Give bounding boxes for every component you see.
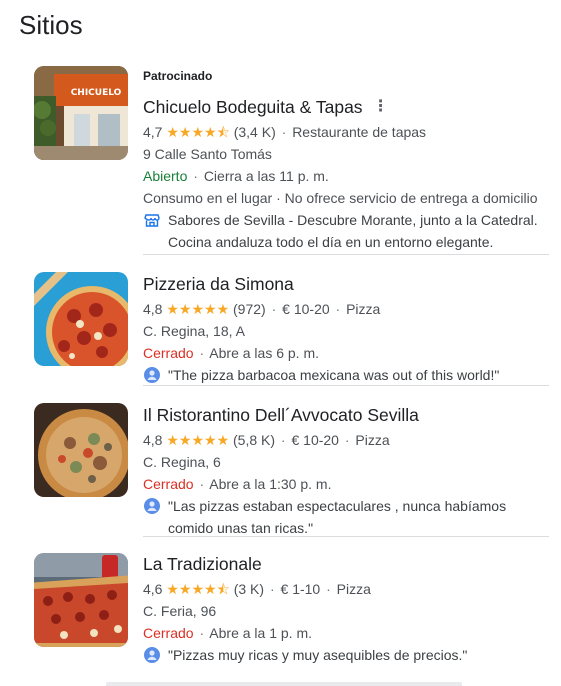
snippet-text: "Pizzas muy ricas y muy asequibles de pr… — [168, 647, 468, 663]
divider — [143, 254, 549, 255]
star-rating-icon: ★★★★★ — [166, 301, 230, 317]
category: Pizza — [355, 432, 390, 448]
place-photo[interactable]: CHICUELO — [34, 66, 128, 160]
place-photo[interactable] — [34, 553, 128, 647]
pizza-photo — [34, 272, 128, 366]
address: 9 Calle Santo Tomás — [143, 146, 272, 162]
snippet-text: "The pizza barbacoa mexicana was out of … — [168, 367, 500, 383]
category: Pizza — [336, 581, 371, 597]
rating-value: 4,6 — [143, 581, 163, 597]
services-line: Consumo en el lugar · No ofrece servicio… — [143, 190, 538, 206]
separator: · — [199, 476, 205, 492]
star-rating-icon: ★★★★⯪ — [166, 124, 230, 140]
more-vert-icon[interactable]: ⋮ — [371, 93, 391, 121]
separator: · — [281, 124, 287, 140]
place-name[interactable]: Chicuelo Bodeguita & Tapas ⋮ — [143, 93, 549, 121]
price-range: € 10-20 — [282, 301, 330, 317]
rating-value: 4,7 — [143, 124, 163, 140]
rating-value: 4,8 — [143, 301, 163, 317]
star-rating-icon: ★★★★⯪ — [166, 581, 230, 597]
sponsored-label: Patrocinado — [143, 69, 213, 83]
address: C. Regina, 18, A — [143, 323, 245, 339]
separator: · — [193, 168, 198, 184]
divider — [143, 385, 549, 386]
place-name[interactable]: Pizzeria da Simona — [143, 270, 549, 298]
price-range: € 10-20 — [291, 432, 339, 448]
place-photo[interactable] — [34, 403, 128, 497]
hours-text: Abre a la 1 p. m. — [209, 625, 312, 641]
hours-line: Cerrado · Abre a la 1:30 p. m. — [143, 473, 549, 495]
star-rating-icon: ★★★★★ — [166, 432, 230, 448]
review-count[interactable]: (3,4 K) — [234, 124, 276, 140]
review-snippet: "Pizzas muy ricas y muy asequibles de pr… — [143, 644, 549, 666]
status-closed: Cerrado — [143, 625, 194, 641]
review-snippet: "The pizza barbacoa mexicana was out of … — [143, 364, 549, 386]
ad-snippet: Sabores de Sevilla - Descubre Morante, j… — [143, 209, 549, 253]
storefront-icon — [144, 214, 160, 227]
status-open: Abierto — [143, 168, 188, 184]
price-range: € 1-10 — [280, 581, 321, 597]
rating-line: 4,6 ★★★★⯪ (3 K) · € 1-10 · Pizza — [143, 578, 549, 600]
separator: · — [269, 581, 275, 597]
place-card[interactable]: La Tradizionale 4,6 ★★★★⯪ (3 K) · € 1-10… — [34, 549, 549, 669]
pizza-photo — [34, 553, 128, 647]
place-name[interactable]: La Tradizionale — [143, 550, 549, 578]
rating-value: 4,8 — [143, 432, 163, 448]
divider — [143, 536, 549, 537]
category: Pizza — [346, 301, 381, 317]
section-title: Sitios — [19, 10, 83, 40]
hours-line: Cerrado · Abre a la 1 p. m. — [143, 622, 549, 644]
review-snippet: "Las pizzas estaban espectaculares , nun… — [143, 495, 549, 539]
separator: · — [344, 432, 350, 448]
thumb-sign-text: CHICUELO — [71, 88, 122, 98]
snippet-text: "Las pizzas estaban espectaculares , nun… — [168, 498, 507, 536]
address: C. Regina, 6 — [143, 454, 221, 470]
separator: · — [280, 432, 286, 448]
hours-text: Abre a las 6 p. m. — [209, 345, 319, 361]
separator: · — [199, 345, 205, 361]
separator: · — [335, 301, 341, 317]
category: Restaurante de tapas — [292, 124, 427, 140]
place-photo[interactable] — [34, 272, 128, 366]
rating-line: 4,8 ★★★★★ (5,8 K) · € 10-20 · Pizza — [143, 429, 549, 451]
separator: · — [199, 625, 205, 641]
review-count[interactable]: (3 K) — [234, 581, 264, 597]
hours-line: Cerrado · Abre a las 6 p. m. — [143, 342, 549, 364]
restaurant-front-photo: CHICUELO — [34, 66, 128, 160]
place-name-text[interactable]: Chicuelo Bodeguita & Tapas — [143, 97, 363, 117]
address: C. Feria, 96 — [143, 603, 217, 619]
place-card[interactable]: Il Ristorantino Dell´Avvocato Sevilla 4,… — [34, 399, 549, 536]
user-avatar-icon — [144, 647, 160, 663]
user-avatar-icon — [144, 498, 160, 514]
hours-text: Cierra a las 11 p. m. — [203, 168, 329, 184]
place-name[interactable]: Il Ristorantino Dell´Avvocato Sevilla — [143, 401, 549, 429]
more-places-button[interactable] — [106, 682, 462, 686]
user-avatar-icon — [144, 367, 160, 383]
place-card[interactable]: CHICUELO Patrocinado Chicuelo Bodeguita … — [34, 64, 549, 254]
review-count[interactable]: (5,8 K) — [233, 432, 275, 448]
separator: · — [326, 581, 331, 597]
review-count[interactable]: (972) — [233, 301, 266, 317]
hours-text: Abre a la 1:30 p. m. — [209, 476, 332, 492]
status-closed: Cerrado — [143, 476, 194, 492]
rating-line: 4,8 ★★★★★ (972) · € 10-20 · Pizza — [143, 298, 549, 320]
place-card[interactable]: Pizzeria da Simona 4,8 ★★★★★ (972) · € 1… — [34, 268, 549, 384]
pizza-photo — [34, 403, 128, 497]
hours-line: Abierto · Cierra a las 11 p. m. — [143, 165, 549, 187]
separator: · — [271, 301, 277, 317]
rating-line: 4,7 ★★★★⯪ (3,4 K) · Restaurante de tapas — [143, 121, 549, 143]
snippet-text: Sabores de Sevilla - Descubre Morante, j… — [168, 212, 538, 250]
status-closed: Cerrado — [143, 345, 194, 361]
